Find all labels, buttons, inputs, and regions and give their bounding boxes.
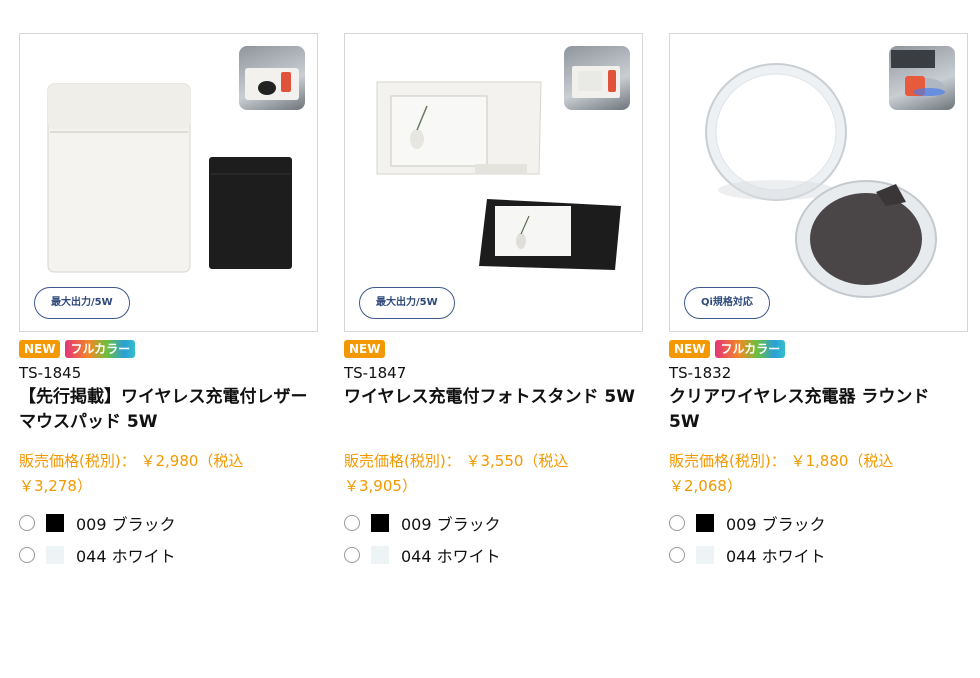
price-line: 販売価格(税別)： ￥2,980（税込 xyxy=(19,452,244,470)
color-label: 009 ブラック xyxy=(401,515,501,534)
new-badge: NEW xyxy=(19,340,61,358)
product-image[interactable]: 最大出力/5W xyxy=(344,33,643,332)
product-code: TS-1847 xyxy=(344,364,407,382)
product-name[interactable]: 【先行掲載】ワイヤレス充電付レザーマウスパッド 5W xyxy=(19,385,318,435)
product-image[interactable]: 最大出力/5W xyxy=(19,33,318,332)
price-line: 販売価格(税別)： ￥1,880（税込 xyxy=(669,452,894,470)
color-option-white[interactable]: 044 ホワイト xyxy=(669,539,968,571)
price-tax-line: ￥3,905） xyxy=(344,477,417,495)
price-line: 販売価格(税別)： ￥3,550（税込 xyxy=(344,452,569,470)
product-grid: 最大出力/5W NEW フルカラー TS-1845 【先行掲載】ワイヤレス充電付… xyxy=(19,33,968,571)
product-code: TS-1832 xyxy=(669,364,732,382)
product-code: TS-1845 xyxy=(19,364,82,382)
thumbnail-image[interactable] xyxy=(889,46,955,110)
color-radio[interactable] xyxy=(19,547,35,563)
badge-row: NEW フルカラー xyxy=(669,340,968,358)
color-option-black[interactable]: 009 ブラック xyxy=(19,507,318,539)
product-price: 販売価格(税別)： ￥2,980（税込 ￥3,278） xyxy=(19,449,318,499)
product-image[interactable]: Qi規格対応 xyxy=(669,33,968,332)
product-name[interactable]: クリアワイヤレス充電器 ラウンド 5W xyxy=(669,385,968,435)
product-price: 販売価格(税別)： ￥3,550（税込 ￥3,905） xyxy=(344,449,643,499)
thumbnail-image[interactable] xyxy=(239,46,305,110)
color-option-white[interactable]: 044 ホワイト xyxy=(344,539,643,571)
color-swatch xyxy=(46,546,64,564)
price-tax-line: ￥2,068） xyxy=(669,477,742,495)
product-name[interactable]: ワイヤレス充電付フォトスタンド 5W xyxy=(344,385,643,435)
product-card[interactable]: Qi規格対応 NEW フルカラー TS-1832 クリアワイヤレス充電器 ラウン… xyxy=(669,33,968,571)
color-label: 009 ブラック xyxy=(726,515,826,534)
badge-row: NEW フルカラー xyxy=(19,340,318,358)
color-options: 009 ブラック 044 ホワイト xyxy=(344,507,643,571)
color-option-white[interactable]: 044 ホワイト xyxy=(19,539,318,571)
color-radio[interactable] xyxy=(344,547,360,563)
new-badge: NEW xyxy=(669,340,711,358)
color-swatch xyxy=(371,546,389,564)
spec-badge: Qi規格対応 xyxy=(684,287,770,319)
color-option-black[interactable]: 009 ブラック xyxy=(344,507,643,539)
color-swatch xyxy=(696,514,714,532)
color-options: 009 ブラック 044 ホワイト xyxy=(669,507,968,571)
color-label: 009 ブラック xyxy=(76,515,176,534)
color-radio[interactable] xyxy=(19,515,35,531)
color-swatch xyxy=(371,514,389,532)
color-radio[interactable] xyxy=(344,515,360,531)
product-price: 販売価格(税別)： ￥1,880（税込 ￥2,068） xyxy=(669,449,968,499)
color-radio[interactable] xyxy=(669,515,685,531)
color-options: 009 ブラック 044 ホワイト xyxy=(19,507,318,571)
color-label: 044 ホワイト xyxy=(401,547,501,566)
color-swatch xyxy=(46,514,64,532)
spec-badge: 最大出力/5W xyxy=(34,287,130,319)
color-radio[interactable] xyxy=(669,547,685,563)
price-tax-line: ￥3,278） xyxy=(19,477,92,495)
thumbnail-image[interactable] xyxy=(564,46,630,110)
product-card[interactable]: 最大出力/5W NEW TS-1847 ワイヤレス充電付フォトスタンド 5W 販… xyxy=(344,33,643,571)
color-label: 044 ホワイト xyxy=(726,547,826,566)
new-badge: NEW xyxy=(344,340,386,358)
badge-row: NEW xyxy=(344,340,643,358)
color-swatch xyxy=(696,546,714,564)
spec-badge: 最大出力/5W xyxy=(359,287,455,319)
full-color-badge: フルカラー xyxy=(715,340,786,358)
color-label: 044 ホワイト xyxy=(76,547,176,566)
product-card[interactable]: 最大出力/5W NEW フルカラー TS-1845 【先行掲載】ワイヤレス充電付… xyxy=(19,33,318,571)
color-option-black[interactable]: 009 ブラック xyxy=(669,507,968,539)
full-color-badge: フルカラー xyxy=(65,340,136,358)
